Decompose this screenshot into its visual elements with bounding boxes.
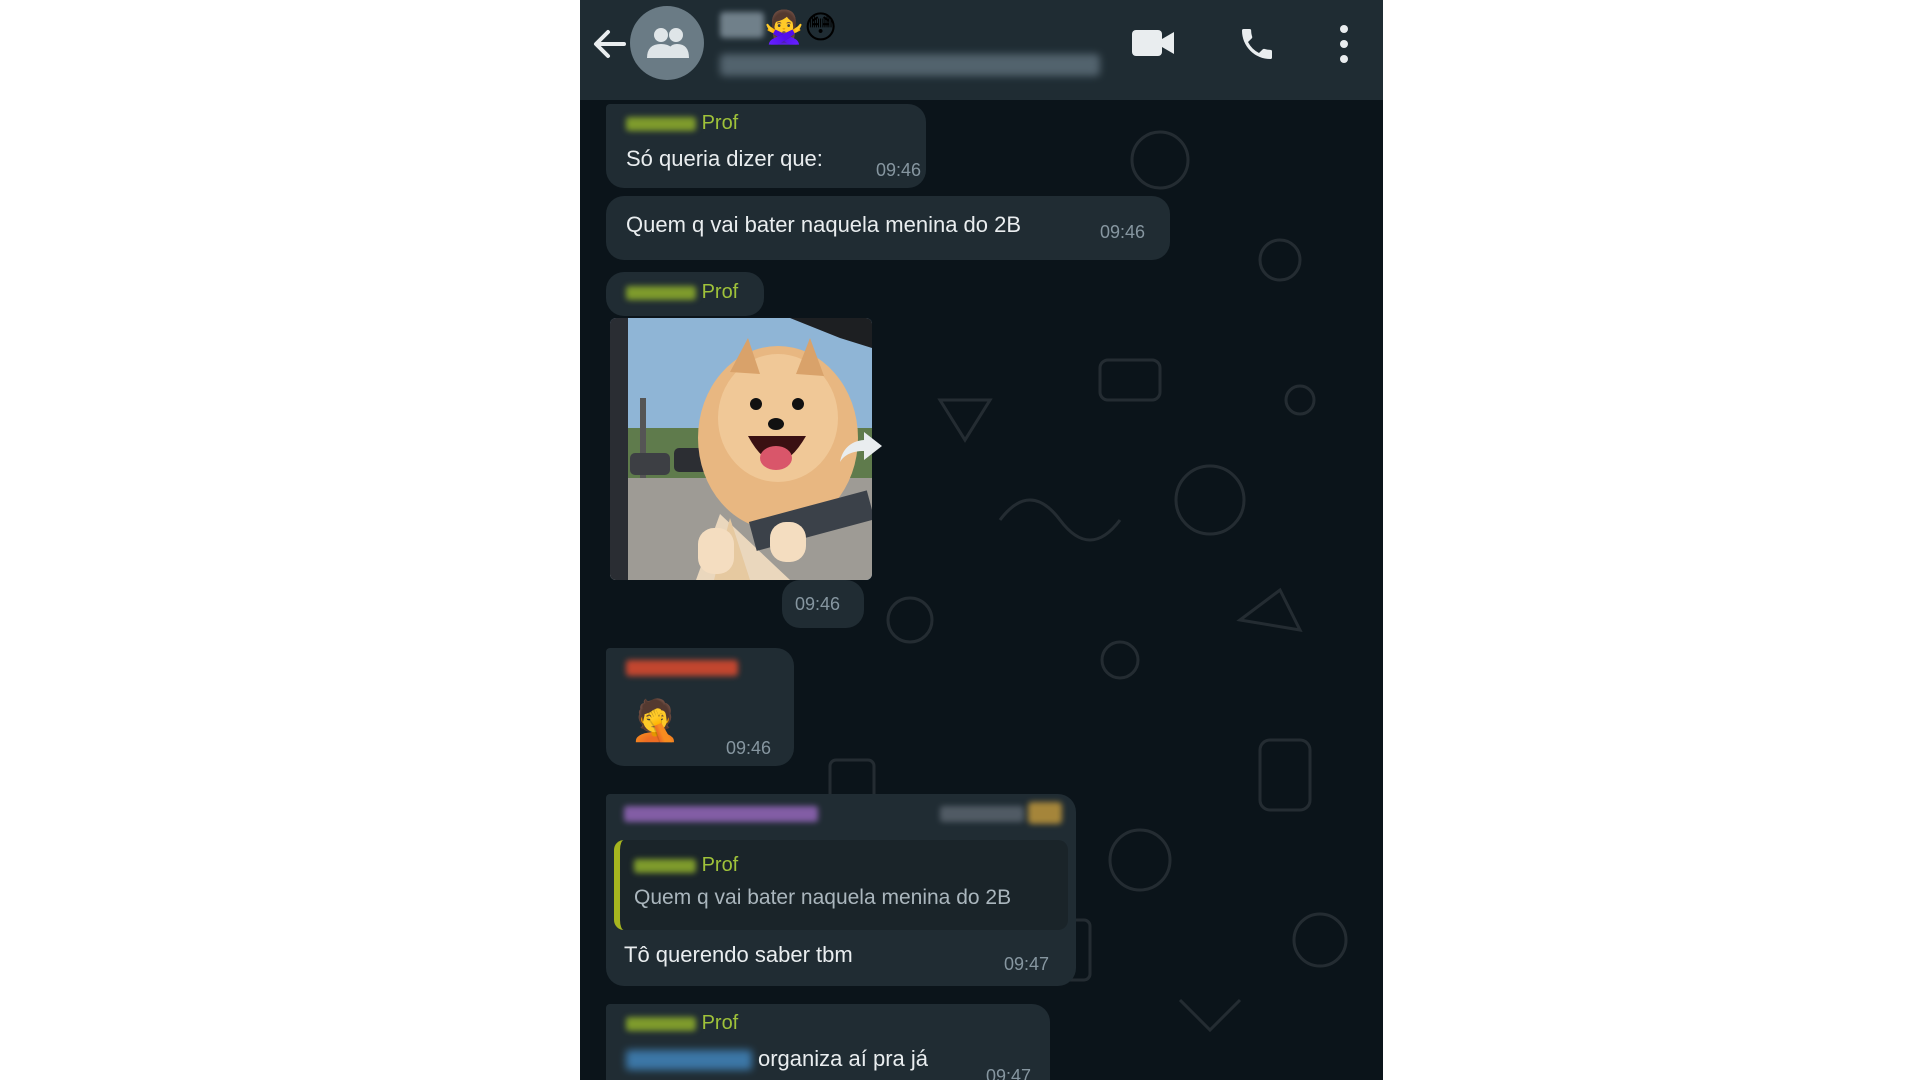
message-text: organiza aí pra já	[758, 1046, 928, 1071]
message-bubble[interactable]: Quem q vai bater naquela menina do 2B 09…	[606, 196, 1170, 260]
message-text: Quem q vai bater naquela menina do 2B	[626, 212, 1022, 237]
video-call-icon[interactable]	[1130, 26, 1176, 60]
message-time: 09:47	[1004, 954, 1050, 974]
chat-title[interactable]: Ze 🙅‍♀️ 😳	[720, 6, 1020, 46]
face-palm-emoji: 🤦	[630, 699, 680, 743]
message-time: 09:46	[795, 594, 841, 614]
message-time: 09:46	[1100, 222, 1146, 242]
sender-label: Prof	[701, 281, 739, 303]
blurred-sender-name	[624, 806, 818, 822]
chat-title-text: Ze	[720, 6, 721, 7]
sender-label: Prof	[701, 1012, 739, 1034]
blurred-sender-name	[626, 660, 738, 676]
sender-label: Prof	[701, 854, 739, 876]
quoted-sender-name: Prof	[634, 854, 738, 877]
blurred-sender-first-name	[626, 116, 696, 131]
blurred-sender-first-name	[626, 285, 696, 300]
message-time: 09:46	[726, 738, 772, 758]
group-avatar-icon	[647, 28, 689, 58]
blurred-sender-first-name	[626, 1016, 696, 1031]
blurred-sender-first-name	[634, 858, 696, 873]
blurred-mention	[626, 1050, 752, 1070]
message-text: Só queria dizer que:	[626, 146, 823, 171]
group-avatar[interactable]	[630, 6, 704, 80]
message-bubble[interactable]: Prof Quem q vai bater naquela menina do …	[606, 794, 1076, 986]
sender-name: Prof	[626, 281, 738, 304]
chat-header: Ze 🙅‍♀️ 😳	[580, 0, 1383, 100]
image-time-pill: 09:46	[782, 580, 864, 628]
message-bubble[interactable]: 🤦 09:46	[606, 648, 794, 766]
message-text: Tô querendo saber tbm	[624, 942, 853, 967]
back-arrow-icon[interactable]	[586, 20, 634, 68]
sender-name: Prof	[626, 1012, 738, 1035]
forward-icon[interactable]	[838, 430, 884, 464]
chat-screen: Ze 🙅‍♀️ 😳 Prof Só queria dizer que: 09:4…	[580, 0, 1383, 1080]
more-vert-icon[interactable]	[1336, 22, 1352, 66]
sender-label: Prof	[701, 112, 739, 134]
blurred-sender-emoji	[1028, 802, 1062, 824]
message-bubble[interactable]: Prof organiza aí pra já 09:47	[606, 1004, 1050, 1080]
flushed-face-emoji: 😳	[804, 9, 838, 45]
pomeranian-dog-photo[interactable]	[610, 318, 872, 580]
voice-call-icon[interactable]	[1237, 24, 1277, 64]
woman-gesturing-no-emoji: 🙅‍♀️	[764, 9, 804, 45]
quoted-text: Quem q vai bater naquela menina do 2B	[634, 886, 1012, 909]
blurred-sender-number	[940, 806, 1024, 822]
blurred-participants-list	[720, 54, 1100, 76]
message-time: 09:46	[876, 160, 922, 180]
quoted-message[interactable]: Prof Quem q vai bater naquela menina do …	[614, 840, 1068, 930]
message-time: 09:47	[986, 1066, 1032, 1080]
message-bubble[interactable]: Prof Só queria dizer que: 09:46	[606, 104, 926, 188]
blurred-chat-name	[720, 12, 764, 38]
sender-name: Prof	[626, 112, 738, 135]
message-sender-header: Prof	[606, 272, 764, 316]
